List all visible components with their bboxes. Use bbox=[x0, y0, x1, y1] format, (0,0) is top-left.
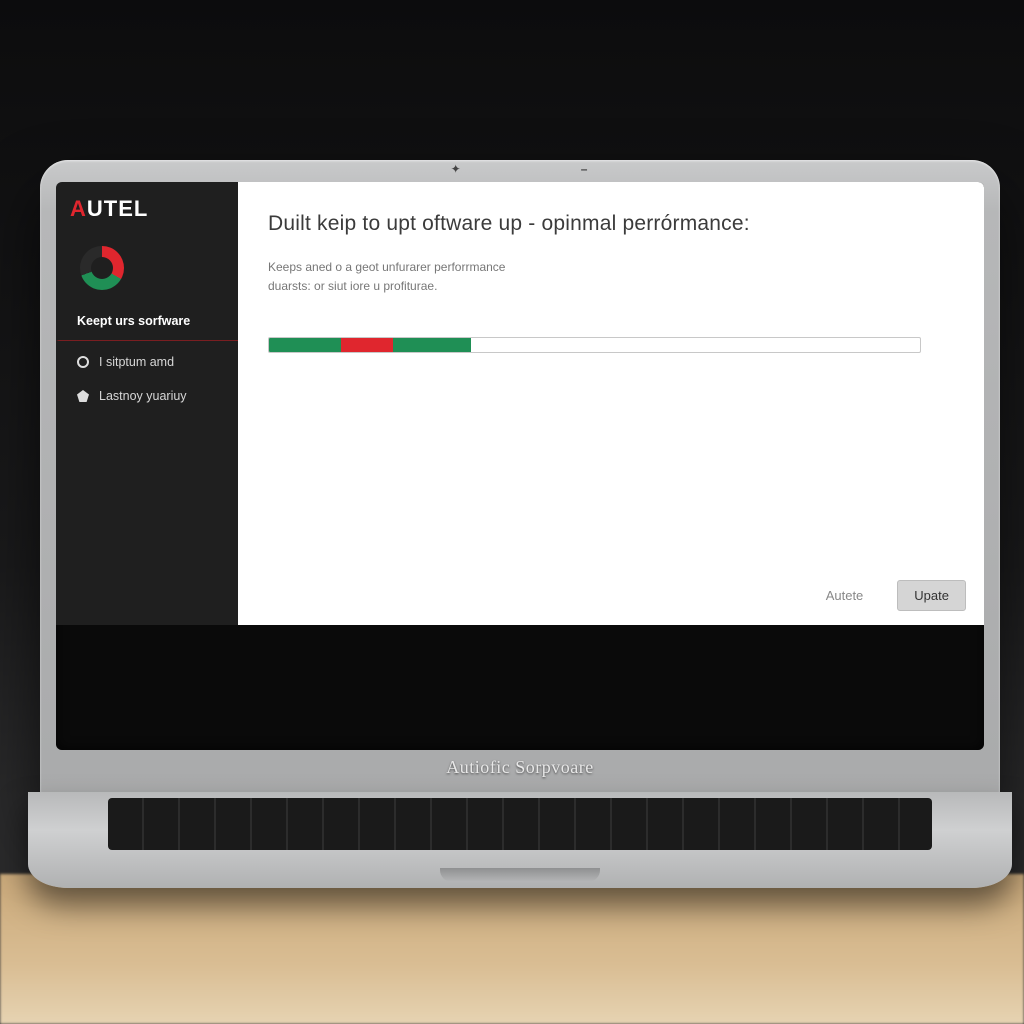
progress-segment-red bbox=[341, 338, 393, 352]
footer-buttons: Autete Upate bbox=[810, 580, 966, 611]
brand-accent-letter: A bbox=[70, 196, 87, 221]
update-button[interactable]: Upate bbox=[897, 580, 966, 611]
pin-icon bbox=[77, 390, 89, 402]
laptop-bezel: ✦ – AUTEL Keept urs sorfware bbox=[40, 160, 1000, 810]
progress-segment-green bbox=[269, 338, 341, 352]
trackpad-notch bbox=[440, 868, 600, 882]
page-headline: Duilt keip to upt oftware up - opinmal p… bbox=[268, 212, 948, 236]
hinge-brand-text: Autiofic Sorpvoare bbox=[40, 757, 1000, 778]
status-donut-wrap bbox=[56, 240, 238, 304]
sidebar-item-label: Keept urs sorfware bbox=[77, 314, 190, 328]
sidebar-item-history[interactable]: Lastnoy yuariuy bbox=[56, 379, 238, 413]
desk-surface bbox=[0, 874, 1024, 1024]
brand-logo: AUTEL bbox=[56, 190, 238, 240]
main-content: Duilt keip to upt oftware up - opinmal p… bbox=[238, 182, 984, 625]
progress-bar bbox=[268, 337, 921, 353]
keyboard-deck bbox=[28, 792, 1012, 888]
arrow-left-icon: ✦ bbox=[451, 162, 461, 176]
page-subtext: Keeps aned o a geot unfurarer perforrman… bbox=[268, 258, 698, 295]
sidebar-item-label: I sitptum amd bbox=[99, 355, 174, 369]
sidebar: AUTEL Keept urs sorfware I sitptum amd bbox=[56, 182, 238, 625]
subtext-line: Keeps aned o a geot unfurarer perforrman… bbox=[268, 260, 505, 274]
bezel-top-marks: ✦ – bbox=[40, 162, 1000, 176]
auto-button[interactable]: Autete bbox=[810, 581, 880, 610]
donut-chart-icon bbox=[80, 246, 124, 290]
app-window: AUTEL Keept urs sorfware I sitptum amd bbox=[56, 182, 984, 625]
keyboard-keys bbox=[108, 798, 932, 850]
subtext-line: duarsts: or siut iore u profiturae. bbox=[268, 279, 437, 293]
laptop-screen: AUTEL Keept urs sorfware I sitptum amd bbox=[56, 182, 984, 750]
dash-icon: – bbox=[581, 162, 590, 176]
sidebar-item-system[interactable]: I sitptum amd bbox=[56, 345, 238, 379]
brand-rest: UTEL bbox=[87, 196, 148, 221]
circle-icon bbox=[77, 356, 89, 368]
progress-segment-green bbox=[393, 338, 471, 352]
sidebar-item-software[interactable]: Keept urs sorfware bbox=[56, 304, 238, 341]
laptop-frame: ✦ – AUTEL Keept urs sorfware bbox=[40, 160, 1000, 810]
sidebar-item-label: Lastnoy yuariuy bbox=[99, 389, 187, 403]
